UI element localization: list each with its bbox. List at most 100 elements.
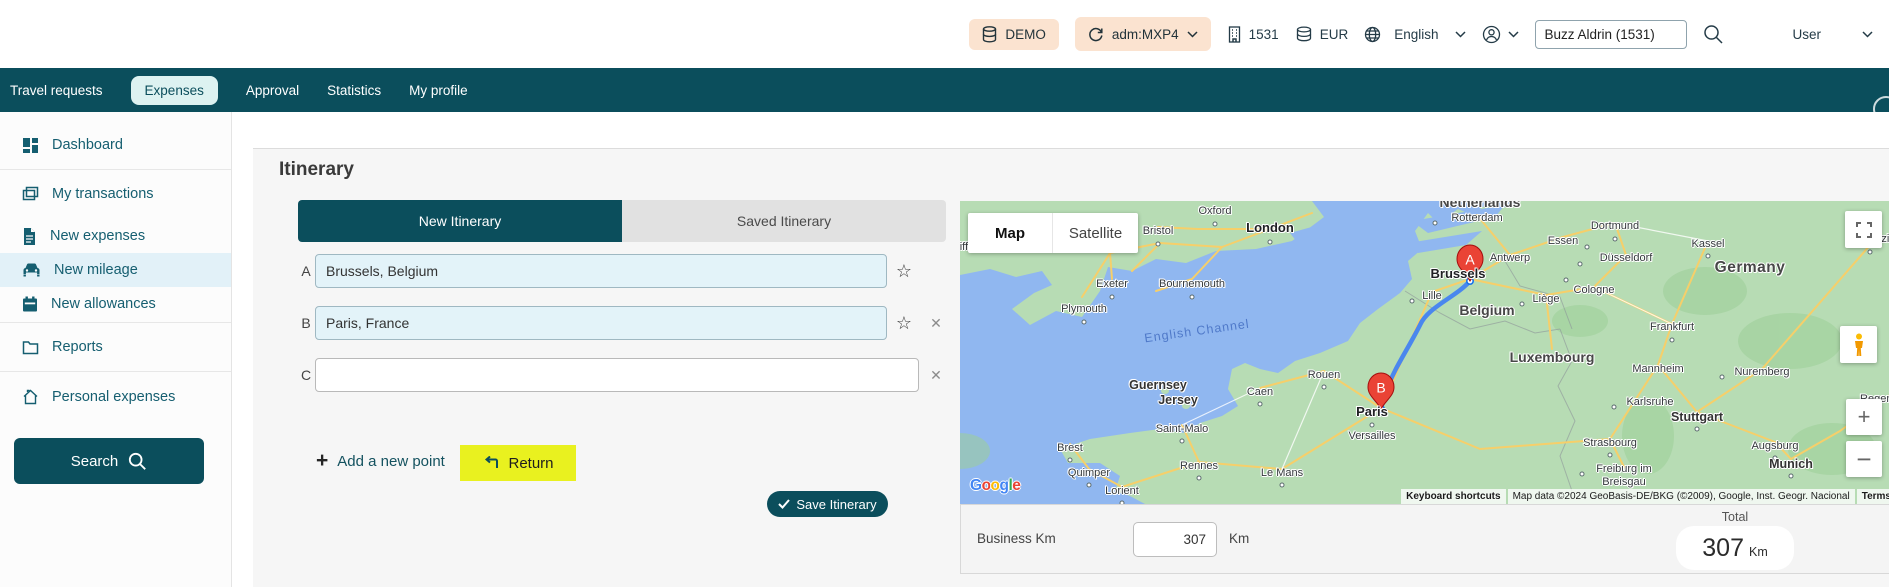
chevron-down-icon: [1455, 30, 1467, 38]
globe-icon: [1365, 26, 1381, 42]
sidebar: Dashboard My transactions New expenses N…: [0, 112, 232, 587]
fullscreen-button[interactable]: [1845, 211, 1882, 248]
google-map-canvas[interactable]: AB English Channel OxfordLondonBristolCa…: [960, 201, 1889, 504]
document-icon: [24, 227, 35, 245]
save-itinerary-button[interactable]: Save Itinerary: [767, 491, 888, 517]
google-logo: Google: [970, 477, 1021, 494]
impersonated-user-input[interactable]: [1535, 19, 1688, 49]
nav-my-profile[interactable]: My profile: [409, 83, 468, 98]
admin-badge-label: adm:MXP4: [1111, 26, 1179, 42]
page-title: Itinerary: [279, 159, 354, 180]
company-id-group[interactable]: 1531: [1227, 25, 1279, 43]
point-c-input[interactable]: [315, 358, 919, 392]
mileage-summary-panel: Business Km Km Total 307 Km: [960, 504, 1889, 574]
transactions-icon: [22, 186, 39, 200]
search-icon: [129, 452, 147, 470]
sidebar-divider: [0, 371, 231, 372]
total-km-value: 307: [1702, 533, 1744, 562]
map-type-satellite-button[interactable]: Satellite: [1053, 213, 1138, 253]
impersonate-group[interactable]: [1482, 25, 1520, 44]
sidebar-item-new-allowances[interactable]: New allowances: [0, 287, 231, 321]
point-c-label: C: [300, 367, 312, 383]
save-itinerary-label: Save Itinerary: [796, 496, 877, 512]
nav-statistics[interactable]: Statistics: [327, 83, 381, 98]
tab-saved-itinerary[interactable]: Saved Itinerary: [622, 200, 946, 242]
remove-point-icon[interactable]: ✕: [922, 358, 950, 392]
point-b-label: B: [301, 315, 311, 331]
check-icon: [778, 499, 791, 509]
terms-link[interactable]: Terms: [1856, 489, 1889, 504]
return-arrow-icon: [485, 456, 499, 468]
tab-new-itinerary[interactable]: New Itinerary: [298, 200, 622, 242]
itinerary-card: Itinerary New Itinerary Saved Itinerary …: [253, 148, 1889, 587]
map-data-attribution: Map data ©2024 GeoBasis-DE/BKG (©2009), …: [1507, 489, 1855, 504]
demo-badge[interactable]: DEMO: [969, 18, 1059, 50]
sidebar-item-dashboard[interactable]: Dashboard: [0, 128, 231, 162]
chevron-down-icon: [1508, 30, 1520, 38]
sidebar-item-new-expenses[interactable]: New expenses: [0, 219, 231, 253]
sidebar-item-personal-expenses[interactable]: Personal expenses: [0, 380, 231, 414]
fullscreen-icon: [1855, 221, 1872, 238]
pegman-button[interactable]: [1840, 326, 1877, 363]
nav-expenses[interactable]: Expenses: [130, 75, 218, 105]
sidebar-item-label: New expenses: [50, 228, 146, 244]
currency-group[interactable]: EUR: [1295, 26, 1349, 42]
dashboard-icon: [23, 137, 38, 153]
sidebar-item-label: New allowances: [51, 296, 156, 312]
demo-badge-label: DEMO: [1005, 26, 1046, 42]
content-area: Itinerary New Itinerary Saved Itinerary …: [233, 112, 1889, 587]
total-label: Total: [1721, 510, 1749, 524]
remove-point-icon[interactable]: ✕: [922, 306, 950, 340]
favorite-star-icon[interactable]: ☆: [890, 254, 918, 288]
svg-text:B: B: [1376, 380, 1385, 396]
business-km-input[interactable]: [1133, 522, 1217, 557]
database-icon: [983, 25, 997, 43]
currency-code: EUR: [1319, 26, 1349, 42]
point-a-label: A: [301, 263, 311, 279]
refresh-icon: [1088, 27, 1103, 42]
sidebar-item-label: New mileage: [54, 262, 138, 278]
sidebar-item-label: My transactions: [52, 186, 154, 202]
home-icon: [23, 389, 38, 405]
business-km-label: Business Km: [977, 531, 1056, 546]
chevron-down-icon: [1187, 30, 1198, 38]
point-a-input[interactable]: [315, 254, 887, 288]
language-label: English: [1394, 26, 1439, 42]
map-type-map-button[interactable]: Map: [968, 213, 1053, 253]
return-button[interactable]: Return: [460, 445, 576, 481]
admin-context-badge[interactable]: adm:MXP4: [1074, 17, 1211, 51]
nav-approval[interactable]: Approval: [246, 83, 299, 98]
building-icon: [1228, 25, 1240, 43]
map-marker-a[interactable]: A: [1456, 244, 1484, 286]
return-button-label: Return: [508, 454, 554, 472]
sidebar-item-reports[interactable]: Reports: [0, 330, 231, 364]
sidebar-item-label: Reports: [52, 339, 103, 355]
keyboard-shortcuts-link[interactable]: Keyboard shortcuts: [1401, 489, 1506, 504]
favorite-star-icon[interactable]: ☆: [890, 306, 918, 340]
nav-travel-requests[interactable]: Travel requests: [10, 83, 103, 98]
total-km-unit: Km: [1748, 545, 1768, 559]
point-b-input[interactable]: [315, 306, 887, 340]
person-circle-icon: [1483, 25, 1501, 43]
sidebar-divider: [0, 322, 231, 323]
role-selector[interactable]: User: [1792, 27, 1873, 42]
itinerary-tabs: New Itinerary Saved Itinerary: [298, 200, 946, 242]
svg-text:A: A: [1465, 252, 1475, 268]
sidebar-item-my-transactions[interactable]: My transactions: [0, 177, 231, 211]
map-marker-b[interactable]: B: [1367, 372, 1395, 414]
map-attribution: Keyboard shortcuts Map data ©2024 GeoBas…: [1401, 489, 1889, 504]
sidebar-search-button[interactable]: Search: [14, 438, 204, 484]
calendar-icon: [23, 296, 37, 312]
search-button-label: Search: [70, 452, 119, 470]
zoom-in-button[interactable]: +: [1846, 399, 1882, 435]
sidebar-item-new-mileage[interactable]: New mileage: [0, 253, 231, 287]
business-km-unit: Km: [1229, 531, 1250, 546]
main-nav: Travel requests Expenses Approval Statis…: [0, 68, 1889, 112]
company-id: 1531: [1248, 26, 1279, 42]
sidebar-item-label: Personal expenses: [52, 389, 176, 405]
search-icon[interactable]: [1703, 24, 1724, 45]
plus-icon: +: [316, 449, 329, 472]
language-group[interactable]: English: [1364, 26, 1467, 43]
zoom-out-button[interactable]: −: [1846, 441, 1882, 477]
add-new-point-link[interactable]: + Add a new point: [316, 449, 445, 472]
